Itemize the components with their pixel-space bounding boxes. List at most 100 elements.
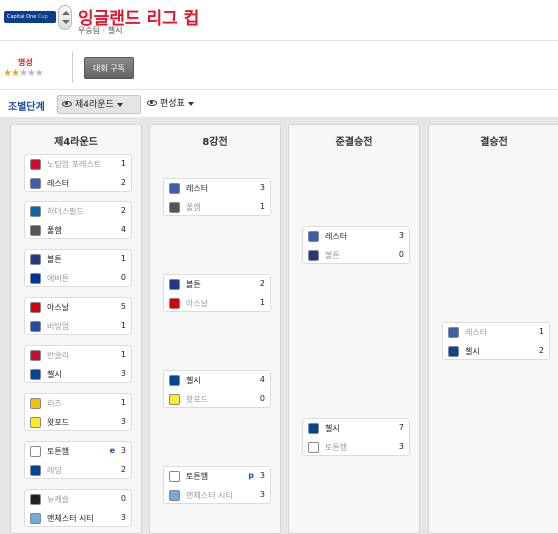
team-score: 0	[259, 394, 265, 403]
round-dropdown[interactable]: 제4라운드	[57, 95, 141, 114]
match-card[interactable]: 허더스필드 2 풀햄 4	[24, 201, 132, 239]
match-card[interactable]: 첼시 4 왓포드 0	[163, 370, 271, 408]
team-name[interactable]: 허더스필드	[47, 206, 84, 217]
team-name[interactable]: 레스터	[186, 183, 208, 194]
team-name[interactable]: 레스터	[465, 327, 487, 338]
team-name[interactable]: 토튼햄	[47, 446, 69, 457]
round-column: 준결승전 레스터 3 볼튼 0 첼시 7 토튼햄 3	[288, 124, 420, 534]
team-row: 레딩 2	[25, 461, 131, 480]
team-name[interactable]: 첼시	[47, 369, 62, 380]
team-name[interactable]: 레스터	[47, 178, 69, 189]
team-row: 첼시 7	[303, 419, 409, 438]
team-name[interactable]: 토튼햄	[186, 471, 208, 482]
team-crest-icon	[448, 327, 459, 338]
round-column: 결승전 레스터 1 첼시 2	[428, 124, 558, 534]
format-dropdown-label: 편성표	[160, 99, 185, 109]
team-crest-icon	[30, 225, 41, 236]
team-score: 2	[259, 279, 265, 288]
match-card[interactable]: 레스터 3 풀햄 1	[163, 178, 271, 216]
team-score: 1	[259, 202, 265, 211]
match-card[interactable]: 레스터 1 첼시 2	[442, 322, 550, 360]
team-score: 1	[120, 159, 126, 168]
team-name[interactable]: 맨체스터 시티	[186, 490, 233, 501]
team-row: 레스터 2	[25, 174, 131, 193]
stage-link[interactable]: 조별단계	[8, 98, 45, 113]
match-card[interactable]: 레스터 3 볼튼 0	[302, 226, 410, 264]
team-row: 맨체스터 시티 3	[25, 509, 131, 528]
round-column: 8강전 레스터 3 풀햄 1 볼튼 2 아스날 1 첼시 4 왓포드 0 토튼햄 p 3 맨체스터 시티 3	[149, 124, 281, 534]
team-name[interactable]: 볼튼	[47, 254, 62, 265]
match-card[interactable]: 뉴캐슬 0 맨체스터 시티 3	[24, 489, 132, 527]
team-row: 첼시 3	[25, 365, 131, 384]
team-score: 1	[120, 321, 126, 330]
team-crest-icon	[30, 350, 41, 361]
team-score: 3	[120, 446, 126, 455]
round-column: 제4라운드 노팅엄 포레스트 1 레스터 2 허더스필드 2 풀햄 4 볼튼 1 에버튼 0 아스날 5 버밍…	[10, 124, 142, 534]
team-score: 2	[120, 178, 126, 187]
team-name[interactable]: 노팅엄 포레스트	[47, 159, 101, 170]
team-name[interactable]: 맨체스터 시티	[47, 513, 94, 524]
team-row: 버밍엄 1	[25, 317, 131, 336]
competition-switcher[interactable]	[58, 5, 72, 30]
team-name[interactable]: 아스날	[47, 302, 69, 313]
team-name[interactable]: 에버튼	[47, 273, 69, 284]
team-name[interactable]: 왓포드	[186, 394, 208, 405]
team-name[interactable]: 토튼햄	[325, 442, 347, 453]
team-name[interactable]: 볼튼	[325, 250, 340, 261]
team-row: 토튼햄 3	[303, 438, 409, 457]
team-name[interactable]: 풀햄	[186, 202, 201, 213]
round-title: 8강전	[202, 137, 228, 148]
team-score: 3	[398, 442, 404, 451]
match-card[interactable]: 볼튼 2 아스날 1	[163, 274, 271, 312]
team-score: 3	[120, 417, 126, 426]
subscribe-button[interactable]: 대회 구독	[84, 57, 134, 79]
team-name[interactable]: 왓포드	[47, 417, 69, 428]
team-crest-icon	[30, 206, 41, 217]
team-crest-icon	[30, 302, 41, 313]
team-crest-icon	[169, 202, 180, 213]
match-card[interactable]: 반슬리 1 첼시 3	[24, 345, 132, 383]
team-crest-icon	[30, 321, 41, 332]
format-dropdown[interactable]: 편성표	[143, 95, 207, 114]
team-score: 2	[538, 346, 544, 355]
team-score: 0	[120, 273, 126, 282]
match-card[interactable]: 노팅엄 포레스트 1 레스터 2	[24, 154, 132, 192]
team-row: 에버튼 0	[25, 269, 131, 288]
team-row: 레스터 1	[443, 323, 549, 342]
team-name[interactable]: 첼시	[186, 375, 201, 386]
match-card[interactable]: 아스날 5 버밍엄 1	[24, 297, 132, 335]
team-score: 3	[120, 513, 126, 522]
team-name[interactable]: 버밍엄	[47, 321, 69, 332]
team-score: 3	[398, 231, 404, 240]
match-card[interactable]: 리즈 1 왓포드 3	[24, 393, 132, 431]
team-name[interactable]: 레스터	[325, 231, 347, 242]
team-name[interactable]: 첼시	[325, 423, 340, 434]
team-row: 노팅엄 포레스트 1	[25, 155, 131, 174]
team-score: 5	[120, 302, 126, 311]
team-score: 2	[120, 465, 126, 474]
team-name[interactable]: 볼튼	[186, 279, 201, 290]
team-name[interactable]: 레딩	[47, 465, 62, 476]
team-row: 볼튼 0	[303, 246, 409, 265]
team-score: 1	[120, 254, 126, 263]
team-name[interactable]: 뉴캐슬	[47, 494, 69, 505]
match-card[interactable]: 토튼햄 p 3 맨체스터 시티 3	[163, 466, 271, 504]
match-card[interactable]: 볼튼 1 에버튼 0	[24, 249, 132, 287]
team-score: 1	[538, 327, 544, 336]
team-name[interactable]: 풀햄	[47, 225, 62, 236]
team-score: 0	[398, 250, 404, 259]
arrow-up-icon[interactable]	[62, 11, 70, 15]
team-name[interactable]: 반슬리	[47, 350, 69, 361]
match-card[interactable]: 첼시 7 토튼햄 3	[302, 418, 410, 456]
team-name[interactable]: 첼시	[465, 346, 480, 357]
match-card[interactable]: 토튼햄 e 3 레딩 2	[24, 441, 132, 479]
team-row: 맨체스터 시티 3	[164, 486, 270, 505]
arrow-down-icon[interactable]	[62, 20, 70, 24]
team-name[interactable]: 아스날	[186, 298, 208, 309]
page-header: Capital One Cup 잉글랜드 리그 컵 우승팀 · 첼시	[0, 0, 558, 40]
team-score: 1	[120, 350, 126, 359]
divider	[72, 51, 73, 83]
round-dropdown-label: 제4라운드	[75, 100, 114, 110]
team-name[interactable]: 리즈	[47, 398, 62, 409]
team-crest-icon	[308, 231, 319, 242]
